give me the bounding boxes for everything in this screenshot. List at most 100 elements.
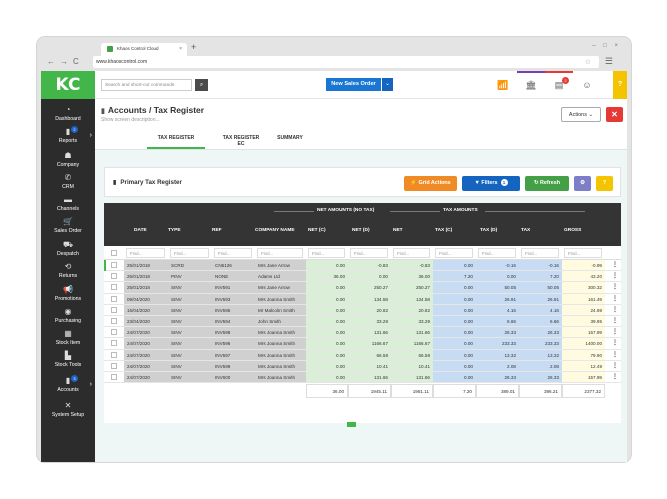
column-header-tax-c[interactable]: TAX (C) <box>435 228 452 233</box>
row-menu-icon[interactable]: ⋮ <box>612 260 618 270</box>
chevron-right-icon[interactable]: › <box>90 132 92 139</box>
browser-menu-icon[interactable]: ☰ <box>605 56 613 67</box>
pagination-indicator[interactable] <box>347 422 356 427</box>
logo[interactable]: KC <box>41 71 95 99</box>
column-header-company-name[interactable]: COMPANY NAME <box>255 228 295 233</box>
grid-actions-button[interactable]: ⚡ Grid Actions <box>404 176 457 191</box>
help-card-button[interactable]: ? <box>596 176 613 191</box>
row-menu-icon[interactable]: ⋮ <box>612 294 618 304</box>
row-menu-icon[interactable]: ⋮ <box>612 372 618 382</box>
address-bar[interactable]: www.khaoscontrol.com <box>93 56 599 68</box>
sidebar-item-stock-tools[interactable]: ▙ Stock Tools <box>41 351 95 375</box>
row-checkbox[interactable] <box>111 362 117 369</box>
table-row[interactable]: 24/07/2020 SINV INV597 Mrs Joanna Smith 0.00… <box>104 349 621 361</box>
forward-icon[interactable]: → <box>60 57 73 66</box>
row-menu-icon[interactable]: ⋮ <box>612 282 618 292</box>
tab-summary[interactable]: SUMMARY <box>273 135 307 149</box>
browser-nav-buttons[interactable]: ←→C <box>47 57 84 66</box>
row-checkbox[interactable] <box>111 273 117 280</box>
filter-input[interactable]: Find... <box>308 248 345 258</box>
bookmark-star-icon[interactable]: ☆ <box>585 58 591 66</box>
settings-button[interactable]: ⚙ <box>574 176 591 191</box>
broadcast-button[interactable]: 📶 <box>489 71 517 99</box>
row-checkbox[interactable] <box>111 351 117 358</box>
actions-dropdown[interactable]: Actions ⌄ <box>561 107 601 122</box>
sidebar-item-channels[interactable]: ▬ Channels <box>41 195 95 219</box>
tab-tax-register[interactable]: TAX REGISTER <box>147 135 205 149</box>
reload-icon[interactable]: C <box>73 57 84 66</box>
search-input[interactable]: Search and short-cut commands <box>101 79 192 91</box>
row-menu-icon[interactable]: ⋮ <box>612 361 618 371</box>
browser-tab[interactable]: Khaos Control Cloud × <box>101 43 187 56</box>
filter-input[interactable]: Find... <box>350 248 388 258</box>
table-row[interactable]: 15/04/2020 SINV INV595 Mr Malcolm Smith 0.00… <box>104 304 621 316</box>
filter-input[interactable]: Find... <box>126 248 165 258</box>
row-menu-icon[interactable]: ⋮ <box>612 350 618 360</box>
table-row[interactable]: 24/07/2020 SINV INV598 Mrs Joanna Smith 0.00… <box>104 327 621 339</box>
close-tab-icon[interactable]: × <box>179 46 182 52</box>
column-header-gross[interactable]: GROSS <box>564 228 581 233</box>
back-icon[interactable]: ← <box>47 57 60 66</box>
filter-input[interactable]: Find... <box>170 248 209 258</box>
table-row[interactable]: 25/01/2018 SINV INV591 Mrs Jane Arrow 0.00 25… <box>104 282 621 294</box>
user-button[interactable]: ☺ <box>573 71 601 99</box>
table-row[interactable]: 25/01/2018 PINV NONE Adams Ltd 36.00 0.00 36.0… <box>104 271 621 283</box>
table-row[interactable]: 25/01/2018 SCRD CN5126 Mrs Jane Arrow 0.00 -0… <box>104 260 621 272</box>
column-header-net-c[interactable]: NET (C) <box>308 228 326 233</box>
filter-input[interactable]: Find... <box>521 248 559 258</box>
screen-description-link[interactable]: Show screen description... <box>101 117 160 123</box>
notifications-button[interactable]: ▤ 2 <box>545 71 573 99</box>
row-checkbox[interactable] <box>111 262 117 268</box>
filter-input[interactable]: Find... <box>214 248 252 258</box>
column-header-net-d[interactable]: NET (D) <box>352 228 370 233</box>
column-header-ref[interactable]: REF <box>212 228 222 233</box>
new-tab-button[interactable]: + <box>191 42 196 52</box>
sidebar-item-dashboard[interactable]: ◔ Dashboard <box>41 105 95 129</box>
filter-input[interactable]: Find... <box>257 248 303 258</box>
table-row[interactable]: 23/04/2020 SINV INV594 John Smith 0.00 33.29 3… <box>104 316 621 328</box>
sidebar-item-purchasing[interactable]: ◉ Purchasing <box>41 307 95 331</box>
sidebar-item-despatch[interactable]: ⛟ Despatch <box>41 240 95 264</box>
search-button[interactable]: ⌕ <box>195 79 208 91</box>
column-header-tax-d[interactable]: TAX (D) <box>480 228 497 233</box>
row-checkbox[interactable] <box>111 284 117 291</box>
sidebar-item-reports[interactable]: ▮ Reports 2 › <box>41 126 95 151</box>
table-row[interactable]: 09/04/2020 SINV INV593 Mrs Joanna Smith 0.00… <box>104 293 621 305</box>
row-checkbox[interactable] <box>111 306 117 313</box>
row-menu-icon[interactable]: ⋮ <box>612 305 618 315</box>
filter-input[interactable]: Find... <box>435 248 473 258</box>
row-checkbox[interactable] <box>111 295 117 302</box>
sidebar-item-stock-item[interactable]: ▦ Stock Item <box>41 329 95 353</box>
tab-tax-register-ec[interactable]: TAX REGISTER EC <box>219 135 263 149</box>
row-checkbox[interactable] <box>111 329 117 336</box>
row-checkbox[interactable] <box>111 318 117 324</box>
sidebar-item-crm[interactable]: ✆ CRM <box>41 173 95 197</box>
filters-button[interactable]: ▼ Filters 1 <box>462 176 520 191</box>
column-header-type[interactable]: TYPE <box>168 228 181 233</box>
sidebar-item-system-setup[interactable]: ✕ System Setup <box>41 401 95 425</box>
row-menu-icon[interactable]: ⋮ <box>612 271 618 281</box>
column-header-tax[interactable]: TAX <box>521 228 530 233</box>
select-all-checkbox[interactable] <box>111 250 117 256</box>
sidebar-item-accounts[interactable]: ▮ Accounts 3 › <box>41 375 95 400</box>
window-controls[interactable]: – □ × <box>592 43 621 49</box>
page-section[interactable]: Accounts <box>108 105 147 115</box>
row-menu-icon[interactable]: ⋮ <box>612 327 618 337</box>
table-row[interactable]: 24/07/2020 SINV INV600 Mrs Joanna Smith 0.00… <box>104 372 621 384</box>
filter-input[interactable]: Find... <box>393 248 430 258</box>
sidebar-item-returns[interactable]: ⟲ Returns <box>41 262 95 286</box>
new-sales-order-button[interactable]: New Sales Order <box>326 78 381 91</box>
new-sales-order-dropdown[interactable]: ⌄ <box>382 78 393 91</box>
filter-input[interactable]: Find... <box>478 248 516 258</box>
row-checkbox[interactable] <box>111 374 117 380</box>
refresh-button[interactable]: ↻ Refresh <box>525 176 569 191</box>
row-menu-icon[interactable]: ⋮ <box>612 338 618 348</box>
column-header-net[interactable]: NET <box>393 228 403 233</box>
help-button[interactable]: ? <box>613 71 627 99</box>
sidebar-item-sales-order[interactable]: 🛒 Sales Order <box>41 217 95 241</box>
sidebar-item-promotions[interactable]: 📢 Promotions <box>41 285 95 309</box>
column-header-date[interactable]: DATE <box>134 228 147 233</box>
table-row[interactable]: 24/07/2020 SINV INV599 Mrs Joanna Smith 0.00… <box>104 360 621 372</box>
bank-button[interactable]: 🏛 <box>517 71 545 99</box>
chevron-right-icon[interactable]: › <box>90 381 92 388</box>
